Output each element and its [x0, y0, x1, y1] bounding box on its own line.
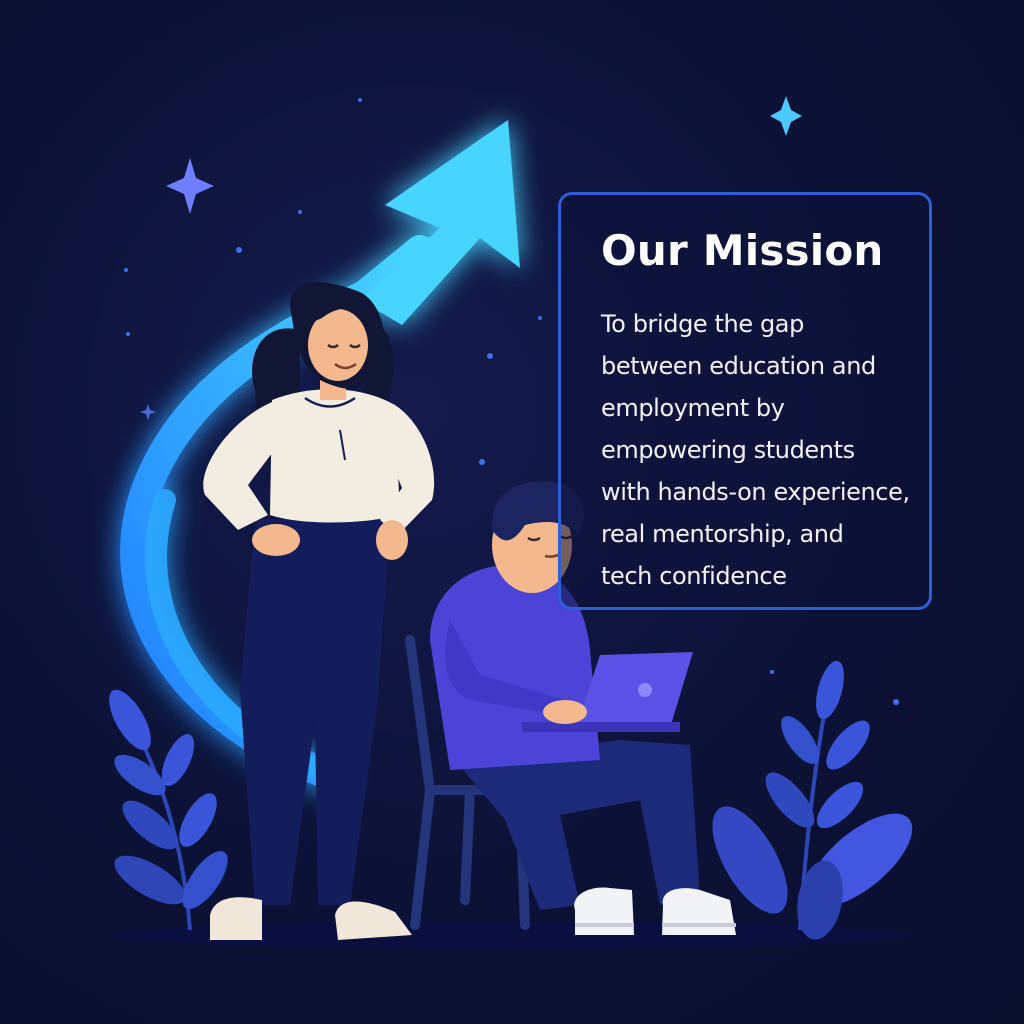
- sparkle-star-icon: [770, 96, 802, 136]
- mission-line: real mentorship, and: [601, 520, 844, 548]
- mission-line: tech confidence: [601, 562, 787, 590]
- mission-card: Our Mission To bridge the gap between ed…: [558, 192, 932, 610]
- mission-line: empowering students: [601, 436, 855, 464]
- mission-line: between education and: [601, 352, 876, 380]
- mission-statement: To bridge the gap between education and …: [601, 303, 931, 597]
- leaf-plant-icon: [712, 660, 913, 940]
- mission-line: To bridge the gap: [601, 310, 804, 338]
- sparkle-star-icon: [140, 404, 156, 420]
- mission-title: Our Mission: [601, 226, 884, 275]
- mission-illustration: Our Mission To bridge the gap between ed…: [0, 0, 1024, 1024]
- sparkle-star-icon: [166, 158, 214, 214]
- mission-line: employment by: [601, 394, 785, 422]
- mission-line: with hands-on experience,: [601, 478, 910, 506]
